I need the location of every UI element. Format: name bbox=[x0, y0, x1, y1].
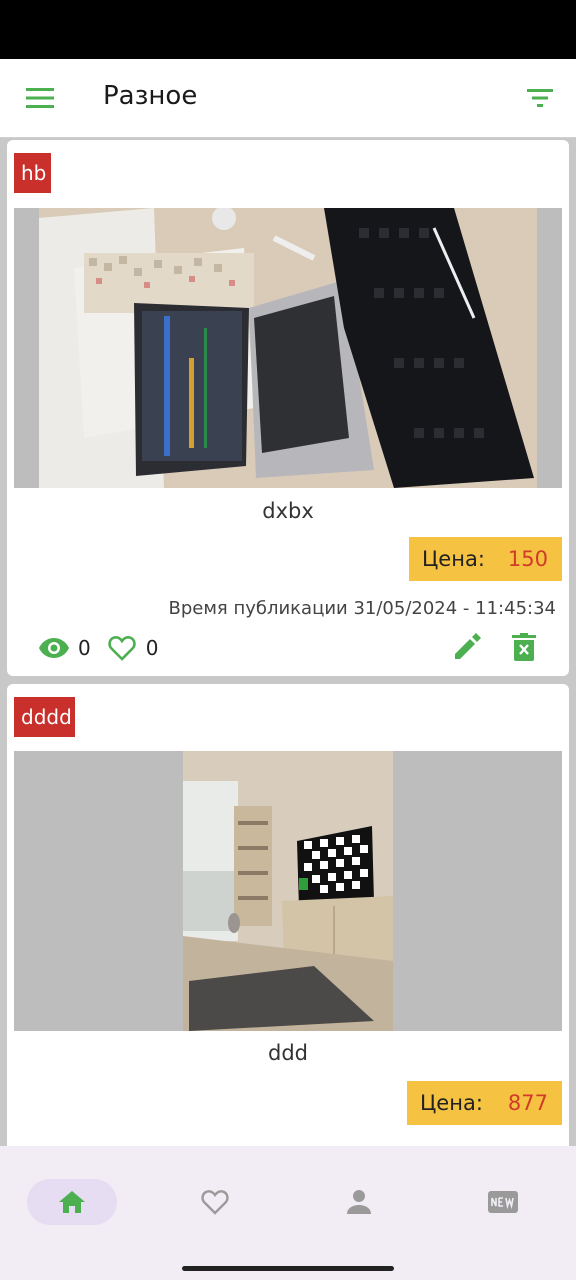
heart-icon bbox=[201, 1190, 229, 1215]
listings-feed[interactable]: hb dxbx Цена: 150 Время публикации 31/05… bbox=[0, 138, 576, 1146]
likes-count: 0 bbox=[145, 636, 159, 660]
listing-photo[interactable] bbox=[14, 751, 562, 1031]
heart-outline-icon[interactable] bbox=[105, 631, 139, 665]
listing-title: ddd bbox=[268, 1041, 308, 1065]
room-photo bbox=[14, 751, 562, 1031]
nav-favorites[interactable] bbox=[170, 1179, 260, 1225]
listing-card[interactable]: dddd ddd Цена: 877 bbox=[7, 684, 569, 1146]
laptop-photo bbox=[14, 208, 562, 488]
app-bar: Разное bbox=[0, 59, 576, 138]
listing-card[interactable]: hb dxbx Цена: 150 Время публикации 31/05… bbox=[7, 140, 569, 676]
gesture-bar bbox=[182, 1266, 394, 1271]
price-value: 150 bbox=[507, 547, 548, 571]
menu-button[interactable] bbox=[22, 80, 58, 116]
filter-icon bbox=[527, 89, 553, 107]
new-badge-icon bbox=[488, 1191, 518, 1213]
edit-button[interactable] bbox=[450, 630, 484, 664]
price-label: Цена: bbox=[420, 1091, 483, 1115]
filter-button[interactable] bbox=[522, 80, 558, 116]
nav-home[interactable] bbox=[27, 1179, 117, 1225]
price-value: 877 bbox=[507, 1091, 548, 1115]
status-bar bbox=[0, 0, 576, 59]
nav-profile[interactable] bbox=[314, 1179, 404, 1225]
publication-time: Время публикации 31/05/2024 - 11:45:34 bbox=[168, 598, 556, 619]
views-count: 0 bbox=[78, 636, 91, 660]
nav-new[interactable] bbox=[458, 1179, 548, 1225]
price-tag: Цена: 877 bbox=[407, 1081, 562, 1125]
trash-icon bbox=[512, 633, 536, 661]
eye-icon bbox=[37, 631, 71, 665]
category-badge: dddd bbox=[14, 697, 75, 737]
listing-stats: 0 0 bbox=[37, 628, 172, 668]
page-title: Разное bbox=[103, 81, 198, 111]
category-badge: hb bbox=[14, 153, 51, 193]
price-tag: Цена: 150 bbox=[409, 537, 562, 581]
bottom-navigation bbox=[0, 1146, 576, 1280]
pencil-icon bbox=[455, 633, 481, 659]
person-icon bbox=[347, 1190, 371, 1214]
listing-photo[interactable] bbox=[14, 208, 562, 488]
menu-icon bbox=[26, 88, 54, 108]
delete-button[interactable] bbox=[507, 630, 541, 664]
listing-title: dxbx bbox=[262, 499, 314, 523]
home-icon bbox=[59, 1191, 85, 1213]
price-label: Цена: bbox=[422, 547, 485, 571]
